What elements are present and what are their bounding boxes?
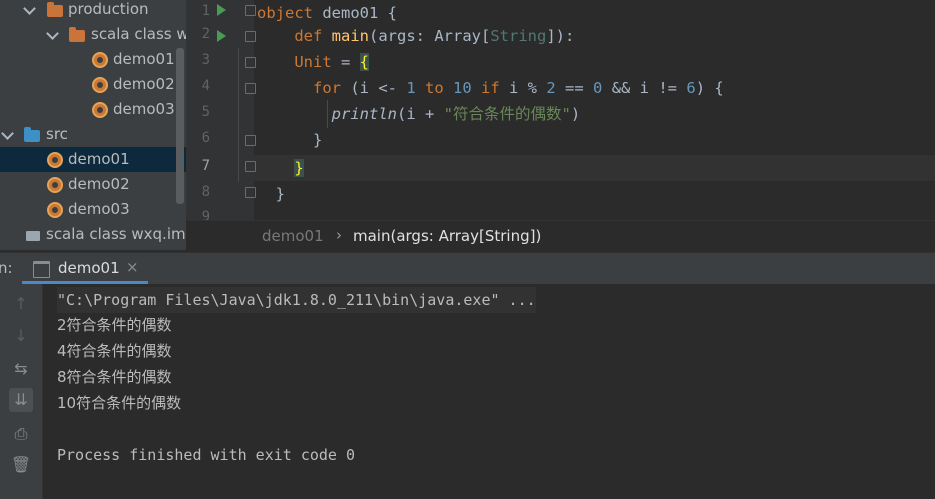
print-icon[interactable]: ⎙ [9, 422, 33, 446]
scroll-to-end-icon[interactable]: ⇊ [9, 388, 33, 412]
breadcrumb: demo01 › main(args: Array[String]) [186, 220, 935, 252]
code-line-5[interactable]: println(i + "符合条件的偶数") [257, 101, 581, 127]
trash-icon[interactable]: 🗑 [9, 453, 33, 477]
fold-marker-icon[interactable] [245, 161, 256, 172]
fold-marker-icon[interactable] [245, 31, 256, 42]
console-output-line: 8符合条件的偶数 [57, 368, 172, 386]
scala-object-icon [92, 102, 108, 118]
line-number: 1 [201, 3, 210, 19]
tree-item-iml-file[interactable]: scala class wxq.iml [0, 222, 186, 247]
tree-item-demo03[interactable]: demo03 [0, 197, 186, 222]
scala-object-icon [47, 152, 63, 168]
console-command-line: "C:\Program Files\Java\jdk1.8.0_211\bin\… [57, 287, 536, 313]
folder-icon [24, 127, 40, 142]
fold-marker-icon[interactable] [245, 187, 256, 198]
code-line-3[interactable]: Unit = { [257, 49, 369, 75]
tree-scrollbar[interactable] [176, 48, 184, 204]
chevron-down-icon[interactable] [46, 27, 59, 40]
scala-object-icon [92, 77, 108, 93]
indent-guide [238, 48, 239, 182]
run-arrow-icon[interactable] [217, 30, 226, 42]
breadcrumb-item-object[interactable]: demo01 [262, 227, 324, 245]
tree-item-demo02[interactable]: demo02 [0, 172, 186, 197]
scala-object-icon [47, 177, 63, 193]
run-tool-header: n: demo01 × [0, 252, 935, 285]
console-exit-line: Process finished with exit code 0 [57, 446, 356, 464]
fold-marker-icon[interactable] [245, 135, 256, 146]
soft-wrap-icon[interactable]: ⇆ [9, 357, 33, 381]
current-line-highlight [254, 155, 935, 181]
close-tab-icon[interactable]: × [126, 258, 139, 276]
folder-icon [47, 2, 63, 17]
scala-object-icon [92, 52, 108, 68]
tree-item-src[interactable]: src [0, 122, 186, 147]
scala-object-icon [47, 202, 63, 218]
line-number: 2 [201, 26, 210, 42]
run-side-toolbar: ↑ ↓ ⇆ ⇊ ⎙ 🗑 [0, 284, 43, 499]
code-line-7[interactable]: } [257, 155, 304, 181]
line-number: 5 [201, 104, 210, 120]
tree-item-demo03[interactable]: demo03 [0, 97, 186, 122]
line-number: 4 [201, 78, 210, 94]
chevron-down-icon[interactable] [23, 2, 36, 15]
code-line-2[interactable]: def main(args: Array[String]): [257, 23, 574, 49]
code-line-8[interactable]: } [257, 181, 285, 207]
file-icon [26, 231, 40, 241]
chevron-down-icon[interactable] [1, 127, 14, 140]
tree-item-scala-class-wxq[interactable]: scala class wxq [0, 22, 186, 47]
fold-marker-icon[interactable] [245, 5, 256, 16]
run-label: n: [0, 259, 13, 277]
line-number: 3 [201, 52, 210, 68]
project-tree: production scala class wxq demo01 demo02… [0, 0, 186, 250]
code-line-6[interactable]: } [257, 127, 322, 153]
tree-item-demo01[interactable]: demo01 [0, 47, 186, 72]
fold-marker-icon[interactable] [245, 83, 256, 94]
line-number: 6 [201, 130, 210, 146]
fold-marker-icon[interactable] [245, 57, 256, 68]
breadcrumb-item-method[interactable]: main(args: Array[String]) [353, 227, 541, 245]
breadcrumb-separator: › [336, 226, 342, 244]
line-number: 7 [201, 158, 210, 174]
arrow-up-icon[interactable]: ↑ [9, 292, 33, 316]
tree-item-production[interactable]: production [0, 0, 186, 22]
folder-icon [69, 27, 85, 42]
code-line-4[interactable]: for (i <- 1 to 10 if i % 2 == 0 && i != … [257, 75, 724, 101]
console-output-line: 2符合条件的偶数 [57, 316, 172, 334]
arrow-down-icon[interactable]: ↓ [9, 324, 33, 348]
tab-demo01[interactable]: demo01 [58, 259, 120, 277]
tree-item-demo02[interactable]: demo02 [0, 72, 186, 97]
console-output-line: 10符合条件的偶数 [57, 394, 182, 412]
console-output-line: 4符合条件的偶数 [57, 342, 172, 360]
tree-item-demo01-selected[interactable]: demo01 [0, 147, 186, 172]
line-number: 8 [201, 184, 210, 200]
console-icon [33, 261, 50, 278]
run-arrow-icon[interactable] [217, 4, 226, 16]
